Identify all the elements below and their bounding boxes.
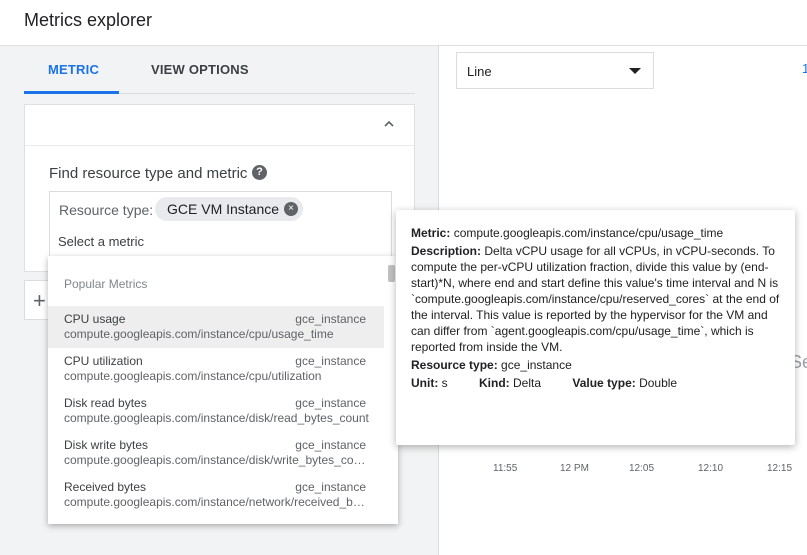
metric-option-cpu-utilization[interactable]: CPU utilization gce_instance compute.goo… — [48, 348, 384, 390]
tooltip-value-type-value: Double — [639, 376, 678, 390]
metric-option-name: CPU usage — [64, 312, 126, 326]
tooltip-value-type-label: Value type: — [572, 376, 636, 390]
tab-metric[interactable]: METRIC — [48, 62, 99, 77]
tab-view-options[interactable]: VIEW OPTIONS — [151, 62, 249, 77]
metric-option-path: compute.googleapis.com/instance/disk/rea… — [64, 411, 369, 425]
resource-type-chip: GCE VM Instance × — [155, 197, 304, 221]
resource-type-chip-label: GCE VM Instance — [167, 201, 280, 217]
metric-dropdown: Popular Metrics CPU usage gce_instance c… — [48, 256, 398, 524]
metric-option-resource: gce_instance — [295, 438, 366, 452]
page-title: Metrics explorer — [24, 10, 153, 30]
metric-option-resource: gce_instance — [295, 480, 366, 494]
truncated-control-text[interactable]: 1 — [802, 61, 807, 76]
chevron-up-icon[interactable] — [382, 117, 396, 131]
metric-option-resource: gce_instance — [295, 312, 366, 326]
tooltip-resource-value: gce_instance — [501, 358, 572, 372]
tooltip-kind-label: Kind: — [479, 376, 510, 390]
x-axis-tick: 11:55 — [493, 463, 518, 474]
resource-metric-picker[interactable]: Resource type: GCE VM Instance × — [49, 191, 392, 257]
metric-option-received-bytes[interactable]: Received bytes gce_instance compute.goog… — [48, 474, 384, 516]
metric-card: Find resource type and metric ? Resource… — [24, 104, 415, 272]
metric-option-resource: gce_instance — [295, 396, 366, 410]
metric-option-cpu-usage[interactable]: CPU usage gce_instance compute.googleapi… — [48, 306, 384, 348]
x-axis-tick: 12:15 — [767, 463, 793, 474]
find-resource-label: Find resource type and metric — [49, 165, 248, 182]
tooltip-metric-label: Metric: — [411, 226, 451, 240]
tooltip-value-type: Value type: Double — [572, 376, 691, 390]
tooltip-description-value: Delta vCPU usage for all vCPUs, in vCPU-… — [411, 244, 780, 354]
metric-option-name: Received bytes — [64, 480, 147, 494]
metric-option-name: CPU utilization — [64, 354, 143, 368]
tooltip-unit: Unit: s — [411, 376, 462, 390]
metric-option-resource: gce_instance — [295, 354, 366, 368]
chart-type-select[interactable]: Line — [456, 52, 654, 89]
resource-type-label: Resource type: — [59, 202, 154, 218]
tooltip-resource-label: Resource type: — [411, 358, 498, 372]
tooltip-resource-row: Resource type: gce_instance — [411, 357, 780, 373]
metric-option-path: compute.googleapis.com/instance/disk/wri… — [64, 453, 370, 467]
top-bar: Metrics explorer — [0, 0, 807, 46]
x-axis-tick: 12 PM — [560, 463, 589, 474]
tooltip-metric-value: compute.googleapis.com/instance/cpu/usag… — [453, 226, 724, 240]
metric-option-disk-write-bytes[interactable]: Disk write bytes gce_instance compute.go… — [48, 432, 384, 474]
dropdown-caret-icon — [629, 68, 641, 74]
x-axis-tick: 12:10 — [698, 463, 724, 474]
metric-option-path: compute.googleapis.com/instance/network/… — [64, 495, 370, 509]
metric-search-input[interactable] — [58, 231, 378, 251]
tab-bar: METRIC VIEW OPTIONS — [24, 46, 415, 94]
metric-option-disk-read-bytes[interactable]: Disk read bytes gce_instance compute.goo… — [48, 390, 384, 432]
tooltip-unit-label: Unit: — [411, 376, 439, 390]
card-header[interactable] — [25, 105, 414, 146]
metric-option-path: compute.googleapis.com/instance/cpu/util… — [64, 369, 322, 383]
tooltip-unit-value: s — [441, 376, 448, 390]
tooltip-metric-row: Metric: compute.googleapis.com/instance/… — [411, 225, 780, 241]
scrollbar-thumb[interactable] — [388, 265, 395, 282]
help-icon[interactable]: ? — [252, 165, 267, 180]
tooltip-units-row: Unit: s Kind: Delta Value type: Double — [411, 375, 780, 391]
tooltip-description-label: Description: — [411, 244, 482, 258]
active-tab-indicator — [24, 91, 119, 94]
dropdown-section-header: Popular Metrics — [64, 277, 148, 291]
tooltip-description-row: Description: Delta vCPU usage for all vC… — [411, 243, 780, 355]
x-axis-tick: 12:05 — [629, 463, 655, 474]
metric-tooltip: Metric: compute.googleapis.com/instance/… — [396, 210, 795, 445]
tooltip-kind: Kind: Delta — [479, 376, 555, 390]
metric-option-path: compute.googleapis.com/instance/cpu/usag… — [64, 327, 334, 341]
metric-option-name: Disk write bytes — [64, 438, 149, 452]
chart-type-value: Line — [467, 64, 492, 79]
metric-option-name: Disk read bytes — [64, 396, 147, 410]
plus-icon: + — [33, 288, 46, 313]
tooltip-kind-value: Delta — [513, 376, 542, 390]
chip-remove-icon[interactable]: × — [284, 202, 299, 216]
